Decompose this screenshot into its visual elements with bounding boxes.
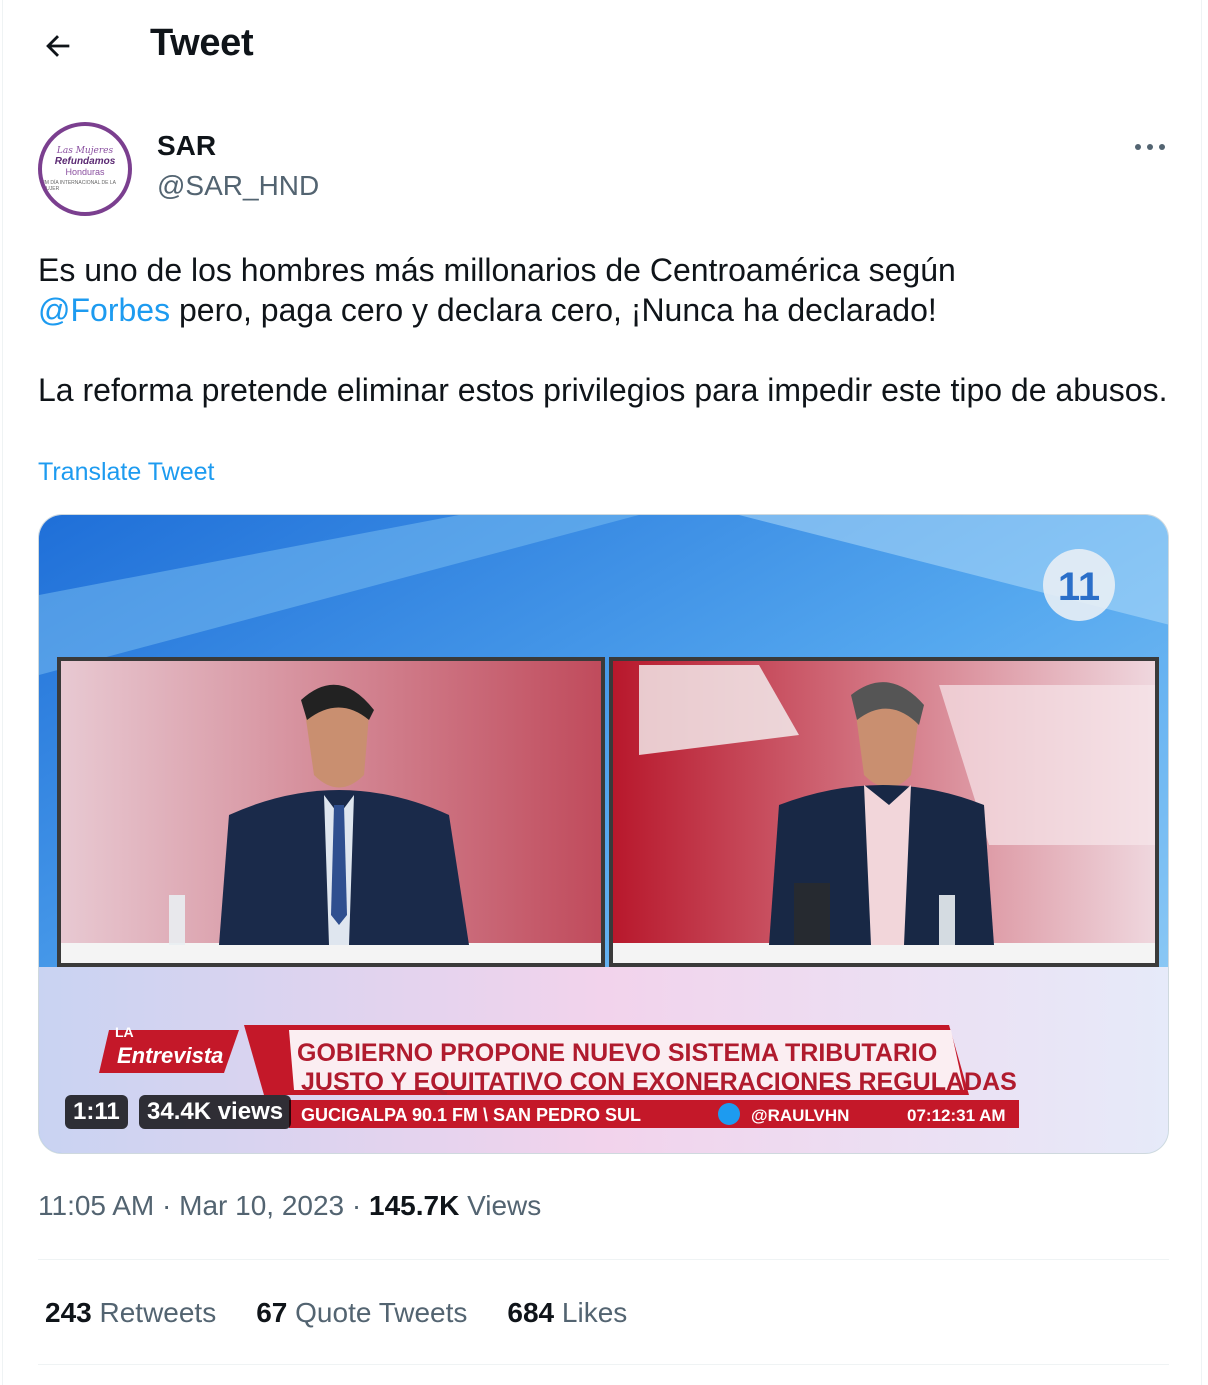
more-dots-icon — [1135, 144, 1165, 150]
avatar-text-4: 8M DÍA INTERNACIONAL DE LA MUJER — [42, 180, 116, 192]
tweet-line-2: @Forbes pero, paga cero y declara cero, … — [38, 290, 1168, 330]
headline-line-1: GOBIERNO PROPONE NUEVO SISTEMA TRIBUTARI… — [297, 1039, 937, 1067]
retweets-label: Retweets — [91, 1297, 217, 1328]
video-views: 34.4K views — [139, 1095, 292, 1129]
views-count: 145.7K — [369, 1190, 460, 1221]
tweet-line-2-text: pero, paga cero y declara cero, ¡Nunca h… — [170, 292, 937, 328]
tweet-time[interactable]: 11:05 AM — [38, 1190, 154, 1221]
author-handle[interactable]: @SAR_HND — [157, 170, 319, 202]
video-player[interactable]: 11 LA Entrevista GOBIERNO PROPONE NUEVO … — [38, 514, 1169, 1154]
channel-logo-text: 11 — [1058, 565, 1100, 609]
meta-separator-2: · — [344, 1190, 370, 1221]
page-title: Tweet — [150, 22, 254, 64]
quote-tweets-label: Quote Tweets — [287, 1297, 468, 1328]
views-label: Views — [459, 1190, 542, 1221]
arrow-left-icon — [46, 35, 70, 57]
avatar-text-3: Honduras — [65, 167, 105, 177]
author-name[interactable]: SAR — [157, 130, 216, 162]
translate-tweet-link[interactable]: Translate Tweet — [38, 458, 214, 487]
retweets-count: 243 — [45, 1297, 92, 1328]
channel-logo: 11 — [1043, 549, 1115, 621]
avatar-text-2: Refundamos — [54, 156, 116, 167]
likes-count: 684 — [507, 1297, 555, 1328]
tweet-meta: 11:05 AM · Mar 10, 2023 · 145.7K Views — [38, 1190, 541, 1222]
tweet-paragraph-2: La reforma pretende eliminar estos privi… — [38, 372, 1168, 408]
engagement-stats: 243 Retweets 67 Quote Tweets 684 Likes — [45, 1297, 667, 1329]
mention-link[interactable]: @Forbes — [38, 292, 170, 328]
video-frame: 11 LA Entrevista GOBIERNO PROPONE NUEVO … — [39, 515, 1168, 1153]
video-duration: 1:11 — [65, 1095, 128, 1129]
ticker-clock: 07:12:31 AM — [907, 1106, 1006, 1125]
meta-separator-1: · — [154, 1190, 180, 1221]
avatar-text-1: Las Mujeres — [56, 146, 114, 156]
likes-label: Likes — [554, 1297, 628, 1328]
quote-tweets-count: 67 — [256, 1297, 288, 1328]
divider-bottom — [38, 1364, 1169, 1365]
show-small-label: LA — [115, 1024, 134, 1040]
divider-top — [38, 1259, 1169, 1260]
avatar[interactable]: Las Mujeres Refundamos Honduras 8M DÍA I… — [38, 122, 132, 216]
tweet-body: Es uno de los hombres más millonarios de… — [38, 250, 1168, 410]
likes-stat[interactable]: 684 Likes — [507, 1297, 627, 1329]
headline-line-2: JUSTO Y EQUITATIVO CON EXONERACIONES REG… — [301, 1068, 1017, 1096]
top-bar: Tweet — [0, 0, 1208, 90]
tweet-line-1: Es uno de los hombres más millonarios de… — [38, 252, 956, 288]
tweet-date[interactable]: Mar 10, 2023 — [179, 1190, 344, 1221]
quote-tweets-stat[interactable]: 67 Quote Tweets — [256, 1297, 467, 1329]
more-options-button[interactable] — [1128, 132, 1172, 162]
show-label: Entrevista — [117, 1043, 223, 1068]
ticker-text: GUCIGALPA 90.1 FM \ SAN PEDRO SUL — [301, 1105, 641, 1125]
retweets-stat[interactable]: 243 Retweets — [45, 1297, 216, 1329]
back-button[interactable] — [38, 26, 78, 66]
ticker-handle: @RAULVHN — [751, 1106, 849, 1125]
